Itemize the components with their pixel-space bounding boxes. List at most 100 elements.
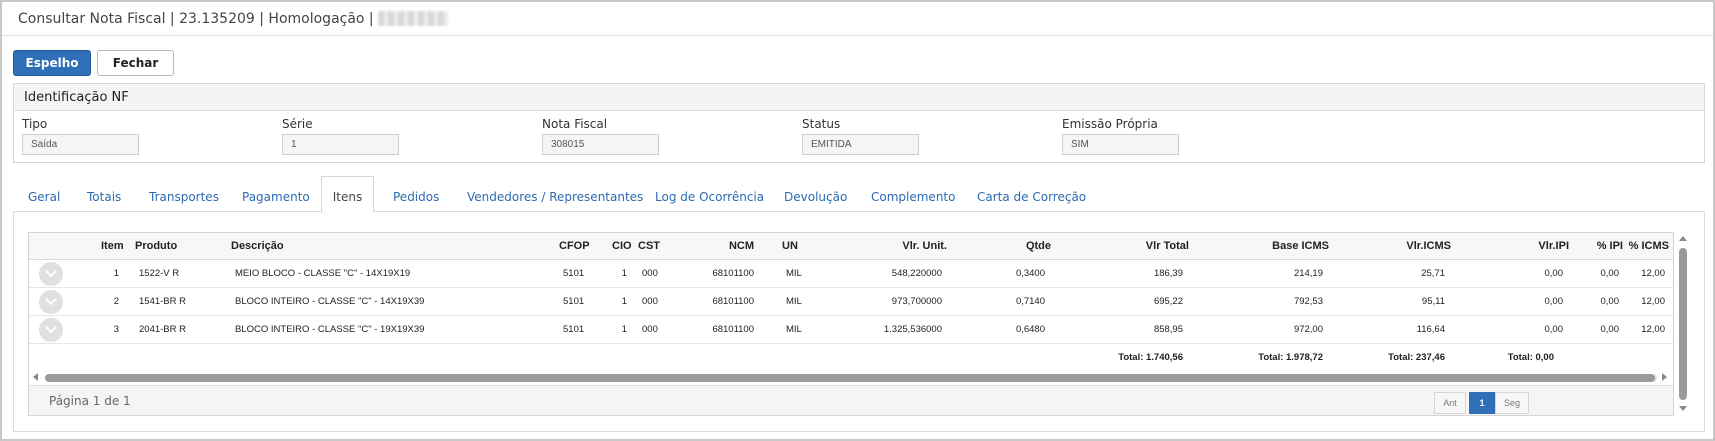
horizontal-scroll-thumb[interactable] — [45, 374, 1655, 382]
tab-vendedores-representantes[interactable]: Vendedores / Representantes — [467, 176, 643, 212]
col-header-descricao[interactable]: Descrição — [231, 233, 284, 260]
col-header-pct-icms[interactable]: % ICMS — [1623, 233, 1669, 260]
cell-cst: 000 — [642, 324, 658, 335]
cell-cio: 1 — [621, 324, 627, 335]
redacted-user-info — [378, 11, 449, 26]
cell-produto: 1522-V R — [139, 268, 180, 279]
col-header-base-icms[interactable]: Base ICMS — [1229, 233, 1329, 260]
field-nota-fiscal-label: Nota Fiscal — [542, 117, 608, 131]
cell-un: MIL — [786, 324, 802, 335]
pagination-next-button[interactable]: Seg — [1495, 392, 1529, 414]
cell-pct-ipi: 0,00 — [1600, 324, 1620, 335]
chevron-down-icon — [45, 270, 57, 278]
field-status-label: Status — [802, 117, 841, 131]
tab-log-de-ocorrencia[interactable]: Log de Ocorrência — [655, 176, 764, 212]
field-status-value: EMITIDA — [802, 134, 919, 155]
page-info: Página 1 de 1 — [49, 394, 131, 408]
scroll-left-arrow-icon[interactable] — [33, 373, 38, 381]
cell-vlr-unit: 548,220000 — [891, 268, 942, 279]
cell-vlr-unit: 1.325,536000 — [883, 324, 942, 335]
field-emissao-propria-label: Emissão Própria — [1062, 117, 1158, 131]
cell-pct-icms: 12,00 — [1641, 268, 1665, 279]
window-title-bar: Consultar Nota Fiscal | 23.135209 | Homo… — [2, 2, 1713, 36]
tab-pedidos[interactable]: Pedidos — [393, 176, 439, 212]
expand-row-button[interactable] — [39, 318, 63, 342]
total-base-icms: Total: 1.978,72 — [1258, 352, 1323, 363]
vertical-scroll-thumb[interactable] — [1679, 248, 1687, 400]
cell-item: 3 — [113, 324, 119, 335]
field-status: Status EMITIDA — [802, 117, 919, 155]
tab-itens[interactable]: Itens — [321, 176, 374, 213]
col-header-qtde[interactable]: Qtde — [959, 233, 1051, 260]
scroll-right-arrow-icon[interactable] — [1662, 373, 1667, 381]
tab-geral[interactable]: Geral — [28, 176, 60, 212]
horizontal-scrollbar[interactable] — [29, 370, 1673, 385]
fechar-button[interactable]: Fechar — [97, 50, 174, 76]
cell-descricao: BLOCO INTEIRO - CLASSE "C" - 14X19X39 — [235, 296, 425, 307]
cell-qtde: 0,6480 — [1015, 324, 1045, 335]
field-tipo-label: Tipo — [22, 117, 48, 131]
tab-carta-de-correcao[interactable]: Carta de Correção — [977, 176, 1086, 212]
table-row[interactable]: 2 1541-BR R BLOCO INTEIRO - CLASSE "C" -… — [29, 288, 1673, 316]
col-header-ncm[interactable]: NCM — [699, 233, 754, 260]
pagination-prev-button[interactable]: Ant — [1434, 392, 1466, 414]
chevron-down-icon — [45, 326, 57, 334]
cell-cio: 1 — [621, 296, 627, 307]
identificacao-nf-heading: Identificação NF — [14, 84, 1704, 111]
tab-transportes[interactable]: Transportes — [149, 176, 219, 212]
col-header-vlr-ipi[interactable]: Vlr.IPI — [1469, 233, 1569, 260]
expand-row-button[interactable] — [39, 290, 63, 314]
col-header-vlr-icms[interactable]: Vlr.ICMS — [1351, 233, 1451, 260]
tab-pagamento[interactable]: Pagamento — [242, 176, 310, 212]
cell-pct-ipi: 0,00 — [1600, 268, 1620, 279]
cell-ncm: 68101100 — [712, 296, 754, 307]
cell-pct-icms: 12,00 — [1641, 296, 1665, 307]
col-header-cio[interactable]: CIO — [612, 233, 632, 260]
col-header-pct-ipi[interactable]: % IPI — [1569, 233, 1623, 260]
col-header-cst[interactable]: CST — [638, 233, 660, 260]
col-header-cfop[interactable]: CFOP — [559, 233, 590, 260]
espelho-button[interactable]: Espelho — [13, 50, 91, 76]
window-title: Consultar Nota Fiscal | 23.135209 | Homo… — [18, 11, 374, 27]
field-tipo: Tipo Saída — [22, 117, 139, 155]
expand-row-button[interactable] — [39, 262, 63, 286]
field-tipo-value: Saída — [22, 134, 139, 155]
tab-devolucao[interactable]: Devolução — [784, 176, 847, 212]
cell-item: 2 — [113, 296, 119, 307]
col-header-produto[interactable]: Produto — [135, 233, 177, 260]
cell-vlr-ipi: 0,00 — [1544, 324, 1564, 335]
table-row[interactable]: 3 2041-BR R BLOCO INTEIRO - CLASSE "C" -… — [29, 316, 1673, 344]
total-vlr-ipi: Total: 0,00 — [1507, 352, 1554, 363]
field-emissao-propria: Emissão Própria SIM — [1062, 117, 1179, 155]
cell-cfop: 5101 — [563, 268, 585, 279]
cell-vlr-icms: 116,64 — [1416, 324, 1445, 335]
cell-pct-ipi: 0,00 — [1600, 296, 1620, 307]
col-header-vlr-total[interactable]: Vlr Total — [1089, 233, 1189, 260]
grid-footer: Página 1 de 1 Ant 1 Seg — [29, 385, 1673, 415]
cell-cio: 1 — [621, 268, 627, 279]
cell-base-icms: 214,19 — [1293, 268, 1323, 279]
cell-pct-icms: 12,00 — [1641, 324, 1665, 335]
col-header-vlr-unit[interactable]: Vlr. Unit. — [859, 233, 947, 260]
field-emissao-propria-value: SIM — [1062, 134, 1179, 155]
cell-un: MIL — [786, 268, 802, 279]
cell-base-icms: 792,53 — [1293, 296, 1323, 307]
identificacao-nf-panel: Identificação NF Tipo Saída Série 1 Nota… — [13, 83, 1705, 163]
pagination-page-1-button[interactable]: 1 — [1469, 392, 1495, 414]
col-header-un[interactable]: UN — [782, 233, 798, 260]
col-header-item[interactable]: Item — [101, 233, 124, 260]
tab-complemento[interactable]: Complemento — [871, 176, 955, 212]
totals-row: Total: 1.740,56 Total: 1.978,72 Total: 2… — [29, 346, 1673, 370]
cell-vlr-total: 695,22 — [1153, 296, 1183, 307]
scroll-down-arrow-icon[interactable] — [1679, 406, 1687, 411]
total-vlr-total: Total: 1.740,56 — [1118, 352, 1183, 363]
tab-totais[interactable]: Totais — [87, 176, 121, 212]
vertical-scrollbar[interactable] — [1676, 232, 1690, 418]
cell-produto: 1541-BR R — [139, 296, 186, 307]
cell-vlr-ipi: 0,00 — [1544, 268, 1564, 279]
table-row[interactable]: 1 1522-V R MEIO BLOCO - CLASSE "C" - 14X… — [29, 260, 1673, 288]
scroll-up-arrow-icon[interactable] — [1679, 236, 1687, 241]
cell-ncm: 68101100 — [712, 268, 754, 279]
cell-vlr-ipi: 0,00 — [1544, 296, 1564, 307]
cell-cfop: 5101 — [563, 296, 585, 307]
